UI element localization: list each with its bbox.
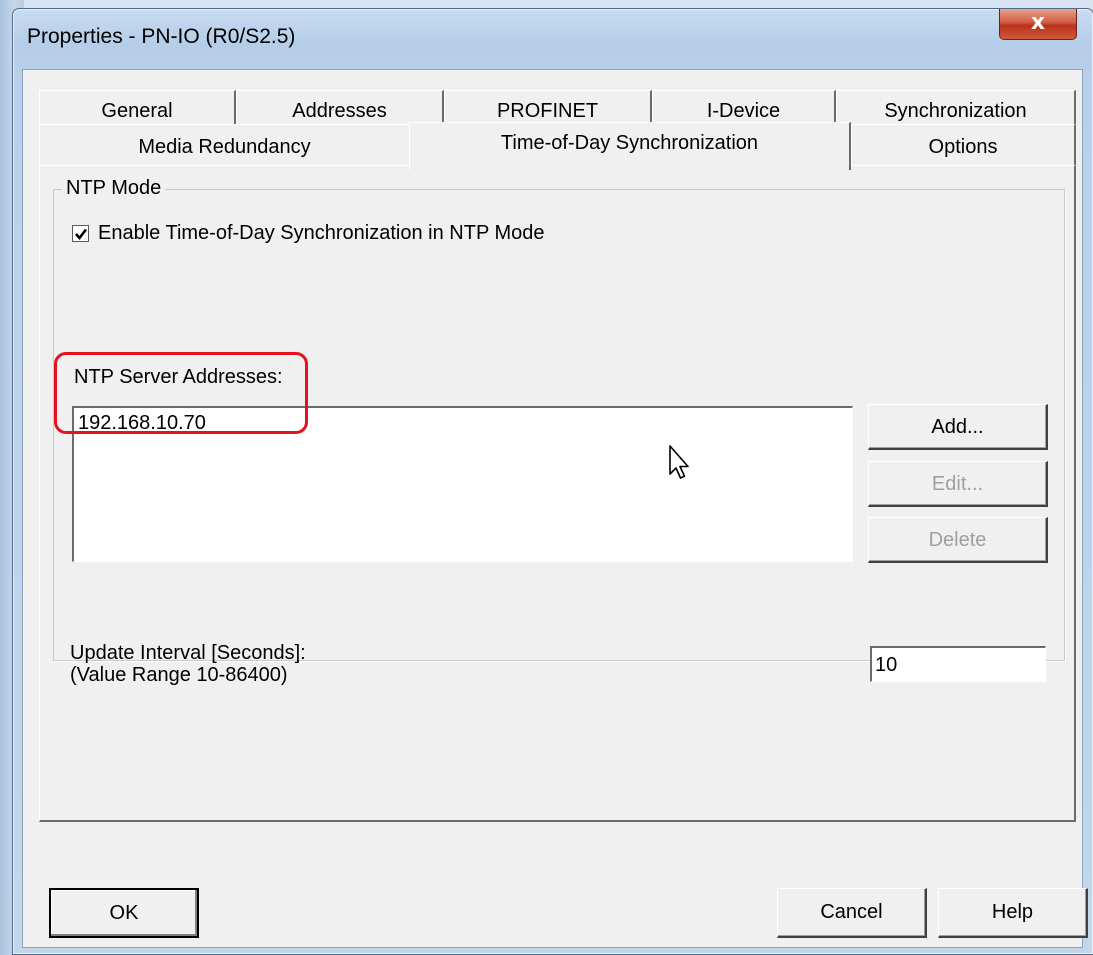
tab-label: Media Redundancy bbox=[138, 136, 311, 158]
close-button[interactable]: x bbox=[999, 9, 1077, 40]
tab-label: Synchronization bbox=[884, 100, 1027, 122]
ntp-mode-legend: NTP Mode bbox=[62, 177, 166, 200]
help-button[interactable]: Help bbox=[938, 888, 1088, 938]
tab-label: PROFINET bbox=[496, 100, 599, 122]
tab-label: I-Device bbox=[706, 100, 781, 122]
close-icon: x bbox=[1030, 10, 1046, 35]
mouse-pointer-icon bbox=[669, 445, 689, 479]
tab-media-redundancy[interactable]: Media Redundancy bbox=[39, 124, 411, 168]
ntp-mode-group: NTP Mode Enable Time-of-Day Synchronizat… bbox=[53, 177, 1065, 686]
tab-label: Options bbox=[928, 136, 998, 158]
properties-dialog: Properties - PN-IO (R0/S2.5) x General A… bbox=[12, 8, 1093, 955]
enable-ntp-label[interactable]: Enable Time-of-Day Synchronization in NT… bbox=[98, 222, 545, 245]
delete-button[interactable]: Delete bbox=[868, 517, 1048, 563]
annotation-highlight-box bbox=[54, 352, 308, 434]
cancel-button[interactable]: Cancel bbox=[777, 888, 927, 938]
update-interval-range-label: (Value Range 10-86400) bbox=[70, 664, 288, 686]
tab-label: Addresses bbox=[292, 100, 387, 122]
edit-button[interactable]: Edit... bbox=[868, 461, 1048, 507]
update-interval-input[interactable]: 10 bbox=[870, 646, 1046, 682]
window-title: Properties - PN-IO (R0/S2.5) bbox=[27, 25, 296, 48]
dialog-client-area: General Addresses PROFINET I-Device Sync… bbox=[22, 69, 1088, 948]
tab-time-of-day-synchronization[interactable]: Time-of-Day Synchronization bbox=[409, 122, 851, 170]
add-button[interactable]: Add... bbox=[868, 404, 1048, 450]
tab-options[interactable]: Options bbox=[851, 124, 1076, 168]
tab-label: General bbox=[101, 100, 173, 122]
update-interval-label: Update Interval [Seconds]: (Value Range … bbox=[70, 642, 306, 686]
tab-label: Time-of-Day Synchronization bbox=[500, 132, 759, 154]
enable-ntp-checkbox[interactable] bbox=[72, 225, 89, 242]
update-interval-label-line1: Update Interval [Seconds]: bbox=[70, 642, 306, 664]
ok-button[interactable]: OK bbox=[49, 888, 199, 938]
checkmark-icon bbox=[75, 228, 88, 241]
